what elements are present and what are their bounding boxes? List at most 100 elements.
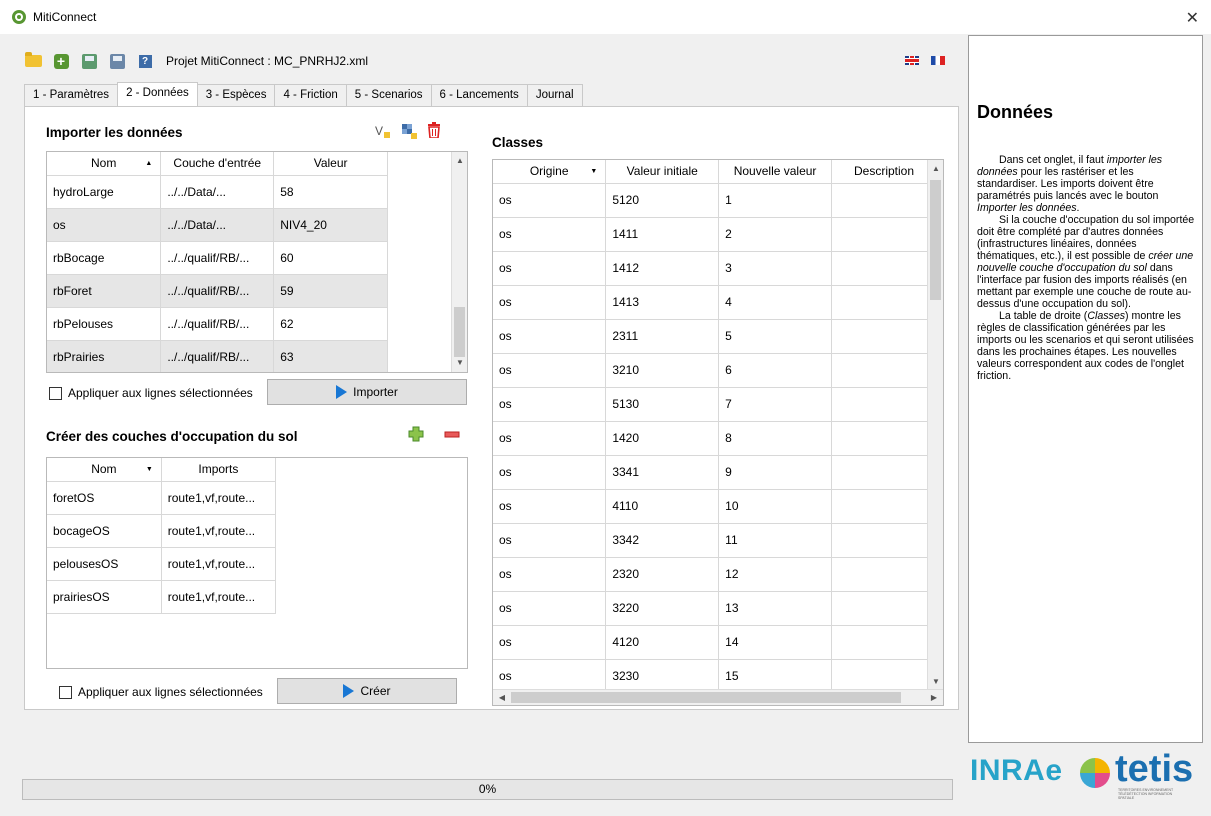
cell-origine[interactable]: os [493,591,607,626]
cell-valeur-initiale[interactable]: 5120 [605,183,720,218]
column-header-imports[interactable]: Imports [161,458,277,482]
cell-origine[interactable]: os [493,319,607,354]
cell-description[interactable] [831,353,928,388]
cell-valeur[interactable]: 60 [273,241,388,275]
cell-origine[interactable]: os [493,659,607,694]
table-row[interactable]: os 1420 8 [493,421,928,456]
cell-nouvelle-valeur[interactable]: 1 [718,183,832,218]
cell-description[interactable] [831,421,928,456]
import-table-scrollbar[interactable]: ▲ ▼ [451,152,467,372]
french-flag-icon[interactable] [931,56,945,65]
table-row[interactable]: os 3230 15 [493,659,928,694]
cell-valeur-initiale[interactable]: 3342 [605,523,720,558]
cell-origine[interactable]: os [493,387,607,422]
cell-origine[interactable]: os [493,251,607,286]
cell-origine[interactable]: os [493,489,607,524]
scroll-thumb[interactable] [454,307,465,357]
english-flag-icon[interactable] [905,56,919,65]
cell-imports[interactable]: route1,vf,route... [161,481,277,515]
save-as-button[interactable] [80,53,98,69]
cell-origine[interactable]: os [493,455,607,490]
scroll-up-icon[interactable]: ▲ [928,162,943,176]
cell-nouvelle-valeur[interactable]: 15 [718,659,832,694]
cell-nom[interactable]: prairiesOS [47,580,162,614]
cell-valeur-initiale[interactable]: 4120 [605,625,720,660]
cell-imports[interactable]: route1,vf,route... [161,514,277,548]
help-button[interactable]: ? [136,53,154,69]
cell-nom[interactable]: rbPelouses [47,307,162,341]
cell-origine[interactable]: os [493,625,607,660]
table-row[interactable]: os ../../Data/... NIV4_20 [47,208,388,242]
column-header-nouvelle-valeur[interactable]: Nouvelle valeur [718,160,832,184]
cell-couche[interactable]: ../../qualif/RB/... [160,274,275,308]
cell-nouvelle-valeur[interactable]: 8 [718,421,832,456]
cell-valeur-initiale[interactable]: 4110 [605,489,720,524]
column-header-origine[interactable]: Origine [493,160,607,184]
cell-valeur[interactable]: 59 [273,274,388,308]
cell-nom[interactable]: rbForet [47,274,162,308]
cell-nouvelle-valeur[interactable]: 5 [718,319,832,354]
cell-description[interactable] [831,625,928,660]
cell-nom[interactable]: bocageOS [47,514,162,548]
cell-origine[interactable]: os [493,285,607,320]
table-row[interactable]: os 3210 6 [493,353,928,388]
cell-origine[interactable]: os [493,353,607,388]
classes-horizontal-scrollbar[interactable]: ◀ ▶ [493,689,943,705]
cell-valeur[interactable]: 58 [273,175,388,209]
column-header-valeur[interactable]: Valeur [273,152,388,176]
cell-description[interactable] [831,557,928,592]
tab-donnees[interactable]: 2 - Données [117,82,198,106]
scroll-down-icon[interactable]: ▼ [452,356,467,370]
cell-valeur-initiale[interactable]: 2320 [605,557,720,592]
cell-valeur[interactable]: 63 [273,340,388,372]
cell-description[interactable] [831,285,928,320]
table-row[interactable]: os 3342 11 [493,523,928,558]
table-row[interactable]: bocageOS route1,vf,route... [47,514,277,548]
scroll-down-icon[interactable]: ▼ [928,675,943,689]
column-header-nom[interactable]: Nom [47,458,162,482]
cell-nouvelle-valeur[interactable]: 9 [718,455,832,490]
table-row[interactable]: os 5120 1 [493,183,928,218]
cell-valeur[interactable]: NIV4_20 [273,208,388,242]
vector-import-icon[interactable]: V [375,123,391,139]
cell-description[interactable] [831,183,928,218]
column-header-nom[interactable]: Nom [47,152,162,176]
table-row[interactable]: os 5130 7 [493,387,928,422]
column-header-couche[interactable]: Couche d'entrée [160,152,275,176]
table-row[interactable]: os 2311 5 [493,319,928,354]
import-apply-checkbox[interactable] [49,386,62,400]
cell-origine[interactable]: os [493,523,607,558]
cell-nouvelle-valeur[interactable]: 6 [718,353,832,388]
column-header-description[interactable]: Description [831,160,928,184]
cell-valeur-initiale[interactable]: 3230 [605,659,720,694]
scroll-left-icon[interactable]: ◀ [495,690,509,705]
create-apply-checkbox[interactable] [59,685,72,699]
table-row[interactable]: os 1411 2 [493,217,928,252]
cell-valeur-initiale[interactable]: 1411 [605,217,720,252]
add-layer-icon[interactable] [408,426,424,442]
new-project-button[interactable]: + [52,53,70,69]
creer-button[interactable]: Créer [277,678,457,704]
table-row[interactable]: rbForet ../../qualif/RB/... 59 [47,274,388,308]
cell-nouvelle-valeur[interactable]: 12 [718,557,832,592]
cell-nom[interactable]: rbPrairies [47,340,162,372]
table-row[interactable]: pelousesOS route1,vf,route... [47,547,277,581]
table-row[interactable]: rbPrairies ../../qualif/RB/... 63 [47,340,388,372]
open-project-button[interactable] [24,52,42,69]
cell-imports[interactable]: route1,vf,route... [161,547,277,581]
cell-nouvelle-valeur[interactable]: 14 [718,625,832,660]
cell-description[interactable] [831,319,928,354]
cell-valeur-initiale[interactable]: 1413 [605,285,720,320]
cell-nouvelle-valeur[interactable]: 7 [718,387,832,422]
cell-nouvelle-valeur[interactable]: 3 [718,251,832,286]
raster-import-icon[interactable] [401,123,417,139]
close-icon[interactable]: ✕ [1186,8,1199,28]
cell-nom[interactable]: rbBocage [47,241,162,275]
cell-nouvelle-valeur[interactable]: 10 [718,489,832,524]
cell-valeur-initiale[interactable]: 1412 [605,251,720,286]
table-row[interactable]: os 1413 4 [493,285,928,320]
cell-nom[interactable]: os [47,208,162,242]
cell-valeur-initiale[interactable]: 3220 [605,591,720,626]
cell-description[interactable] [831,659,928,694]
cell-valeur-initiale[interactable]: 3210 [605,353,720,388]
